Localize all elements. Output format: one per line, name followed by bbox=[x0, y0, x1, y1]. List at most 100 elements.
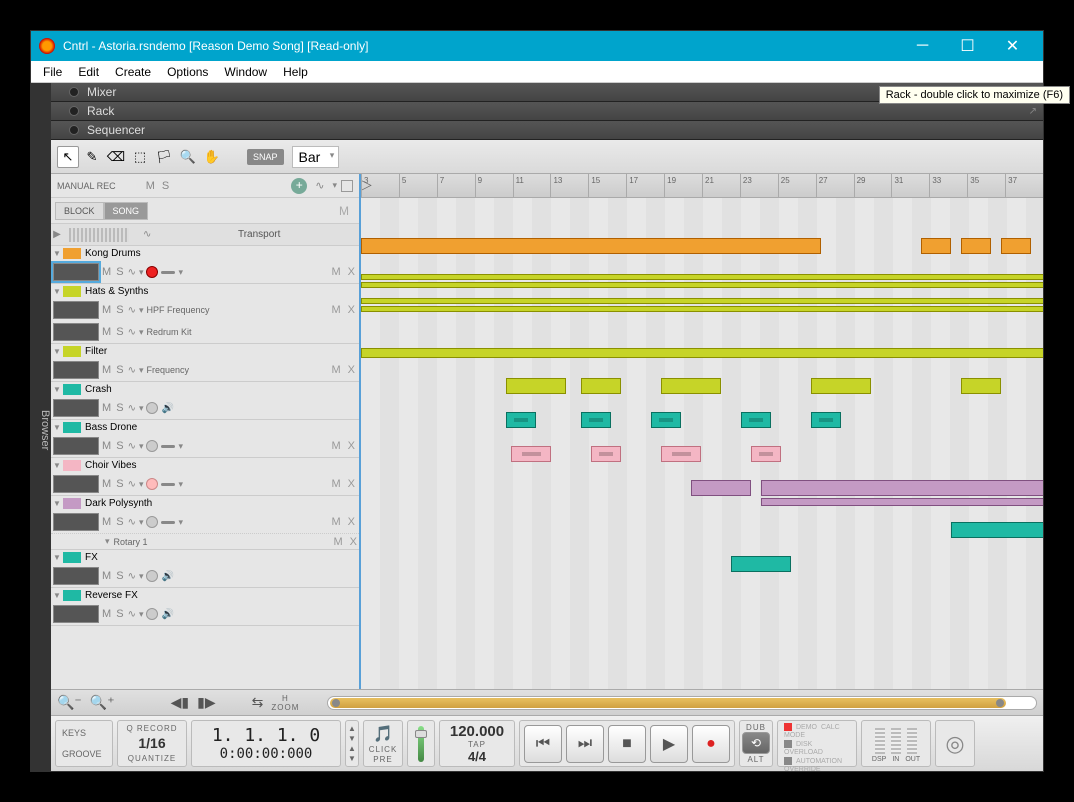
clip[interactable] bbox=[361, 238, 821, 254]
menu-create[interactable]: Create bbox=[107, 63, 159, 81]
track-mx[interactable]: M X bbox=[331, 516, 357, 528]
pointer-tool[interactable]: ↖ bbox=[57, 146, 79, 168]
zoom-h-arrows-icon[interactable]: ⇆ bbox=[252, 694, 264, 711]
clip[interactable] bbox=[361, 348, 1043, 358]
track-mx[interactable]: M X bbox=[331, 440, 357, 452]
clip[interactable] bbox=[651, 412, 681, 428]
zoom-fit-right-icon[interactable]: ▮▶ bbox=[197, 694, 215, 711]
scrollbar-thumb[interactable] bbox=[330, 698, 1006, 708]
speaker-icon[interactable]: 🔊 bbox=[161, 609, 173, 620]
pencil-tool[interactable]: ✎ bbox=[81, 146, 103, 168]
clip[interactable] bbox=[921, 238, 951, 254]
keys-label[interactable]: KEYS bbox=[62, 728, 86, 738]
clip[interactable] bbox=[581, 412, 611, 428]
clip[interactable] bbox=[361, 298, 1043, 304]
track-row[interactable]: ▼Filter M S ∿▾FrequencyM X bbox=[51, 344, 359, 382]
add-track-button[interactable]: + bbox=[291, 178, 307, 194]
track-row[interactable]: ▼Kong Drums M S ∿▾▾M X bbox=[51, 246, 359, 284]
transport-wave-icon[interactable]: ∿ bbox=[143, 229, 151, 240]
snap-value-select[interactable]: Bar bbox=[292, 146, 340, 168]
arrangement-area[interactable] bbox=[361, 198, 1043, 689]
track-thumbnail[interactable] bbox=[53, 399, 99, 417]
master-ms[interactable]: M S bbox=[146, 180, 172, 192]
track-record-enable[interactable] bbox=[146, 266, 158, 278]
clip[interactable] bbox=[661, 446, 701, 462]
track-row[interactable]: ▼Crash M S ∿▾🔊 bbox=[51, 382, 359, 420]
clip[interactable] bbox=[361, 274, 1043, 280]
fastforward-button[interactable]: ⏭ bbox=[566, 725, 604, 763]
track-expand-icon[interactable]: ▼ bbox=[53, 499, 63, 508]
snap-toggle[interactable]: SNAP bbox=[247, 149, 284, 165]
minimize-button[interactable]: ─ bbox=[900, 31, 945, 61]
track-mx[interactable]: M X bbox=[331, 364, 357, 376]
stop-button[interactable]: ■ bbox=[608, 725, 646, 763]
clip[interactable] bbox=[361, 282, 1043, 288]
magnify-tool[interactable]: 🔍 bbox=[177, 146, 199, 168]
clip[interactable] bbox=[961, 378, 1001, 394]
track-mute-solo[interactable]: M S bbox=[102, 608, 125, 620]
track-automation-icon[interactable]: ∿ bbox=[128, 479, 136, 490]
track-record-enable[interactable] bbox=[146, 516, 158, 528]
lane-dropdown-icon[interactable]: ▾ bbox=[332, 180, 337, 191]
track-record-enable[interactable] bbox=[146, 570, 158, 582]
click-section[interactable]: 🎵 CLICK PRE bbox=[363, 720, 403, 767]
rewind-button[interactable]: ⏮ bbox=[524, 725, 562, 763]
track-expand-icon[interactable]: ▼ bbox=[53, 423, 63, 432]
track-thumbnail[interactable] bbox=[53, 567, 99, 585]
track-row[interactable]: ▼Choir Vibes M S ∿▾▾M X bbox=[51, 458, 359, 496]
maximize-button[interactable]: ☐ bbox=[945, 31, 990, 61]
clip[interactable] bbox=[506, 412, 536, 428]
track-expand-icon[interactable]: ▼ bbox=[53, 461, 63, 470]
track-expand-icon[interactable]: ▼ bbox=[53, 591, 63, 600]
clip[interactable] bbox=[741, 412, 771, 428]
menu-file[interactable]: File bbox=[35, 63, 70, 81]
track-expand-icon[interactable]: ▼ bbox=[53, 347, 63, 356]
track-automation-icon[interactable]: ∿ bbox=[128, 571, 136, 582]
quantize-value[interactable]: 1/16 bbox=[138, 735, 165, 751]
track-automation-icon[interactable]: ∿ bbox=[128, 403, 136, 414]
clip[interactable] bbox=[581, 378, 621, 394]
clip[interactable] bbox=[761, 480, 1043, 496]
track-expand-icon[interactable]: ▼ bbox=[53, 249, 63, 258]
track-record-enable[interactable] bbox=[146, 402, 158, 414]
tuner-section[interactable]: ◎ bbox=[935, 720, 975, 767]
track-row[interactable]: ▼Hats & Synths M S ∿▾HPF FrequencyM XM S… bbox=[51, 284, 359, 344]
transport-expand-icon[interactable]: ▶ bbox=[51, 229, 63, 240]
track-mute-solo[interactable]: M S bbox=[102, 402, 125, 414]
track-row[interactable]: ▼Dark Polysynth M S ∿▾▾M X▾Rotary 1M X bbox=[51, 496, 359, 550]
track-mute-solo[interactable]: M S bbox=[102, 516, 125, 528]
track-mx[interactable]: M X bbox=[331, 304, 357, 316]
block-button[interactable]: BLOCK bbox=[55, 202, 104, 220]
track-automation-icon[interactable]: ∿ bbox=[128, 267, 136, 278]
clip[interactable] bbox=[591, 446, 621, 462]
razor-tool[interactable]: ⬚ bbox=[129, 146, 151, 168]
track-automation-icon[interactable]: ∿ bbox=[128, 609, 136, 620]
ruler[interactable]: ▷ 35791113151719212325272931333537 bbox=[361, 174, 1043, 198]
erase-tool[interactable]: ⌫ bbox=[105, 146, 127, 168]
zoom-fit-left-icon[interactable]: ◀▮ bbox=[171, 694, 189, 711]
dub-alt-section[interactable]: DUB ⟲ ALT bbox=[739, 720, 773, 767]
speaker-icon[interactable]: 🔊 bbox=[161, 403, 173, 414]
track-thumbnail[interactable] bbox=[53, 513, 99, 531]
menu-help[interactable]: Help bbox=[275, 63, 316, 81]
click-slider[interactable] bbox=[407, 720, 435, 767]
groove-label[interactable]: GROOVE bbox=[62, 749, 102, 759]
track-row[interactable]: ▼Bass Drone M S ∿▾▾M X bbox=[51, 420, 359, 458]
position-display[interactable]: 1. 1. 1. 0 0:00:00:000 bbox=[191, 720, 341, 767]
track-expand-icon[interactable]: ▼ bbox=[53, 553, 63, 562]
track-mx[interactable]: M X bbox=[331, 266, 357, 278]
clip[interactable] bbox=[751, 446, 781, 462]
play-button[interactable]: ▶ bbox=[650, 725, 688, 763]
track-thumbnail[interactable] bbox=[53, 263, 99, 281]
track-expand-icon[interactable]: ▼ bbox=[53, 385, 63, 394]
rack-panel-header[interactable]: Rack ↗ bbox=[51, 102, 1043, 121]
clip[interactable] bbox=[761, 498, 1043, 506]
close-button[interactable]: ✕ bbox=[990, 31, 1035, 61]
song-button[interactable]: SONG bbox=[104, 202, 149, 220]
clip[interactable] bbox=[811, 378, 871, 394]
record-button[interactable]: ● bbox=[692, 725, 730, 763]
track-mute-solo[interactable]: M S bbox=[102, 364, 125, 376]
clip[interactable] bbox=[361, 306, 1043, 312]
track-mute-solo[interactable]: M S bbox=[102, 478, 125, 490]
track-record-enable[interactable] bbox=[146, 478, 158, 490]
